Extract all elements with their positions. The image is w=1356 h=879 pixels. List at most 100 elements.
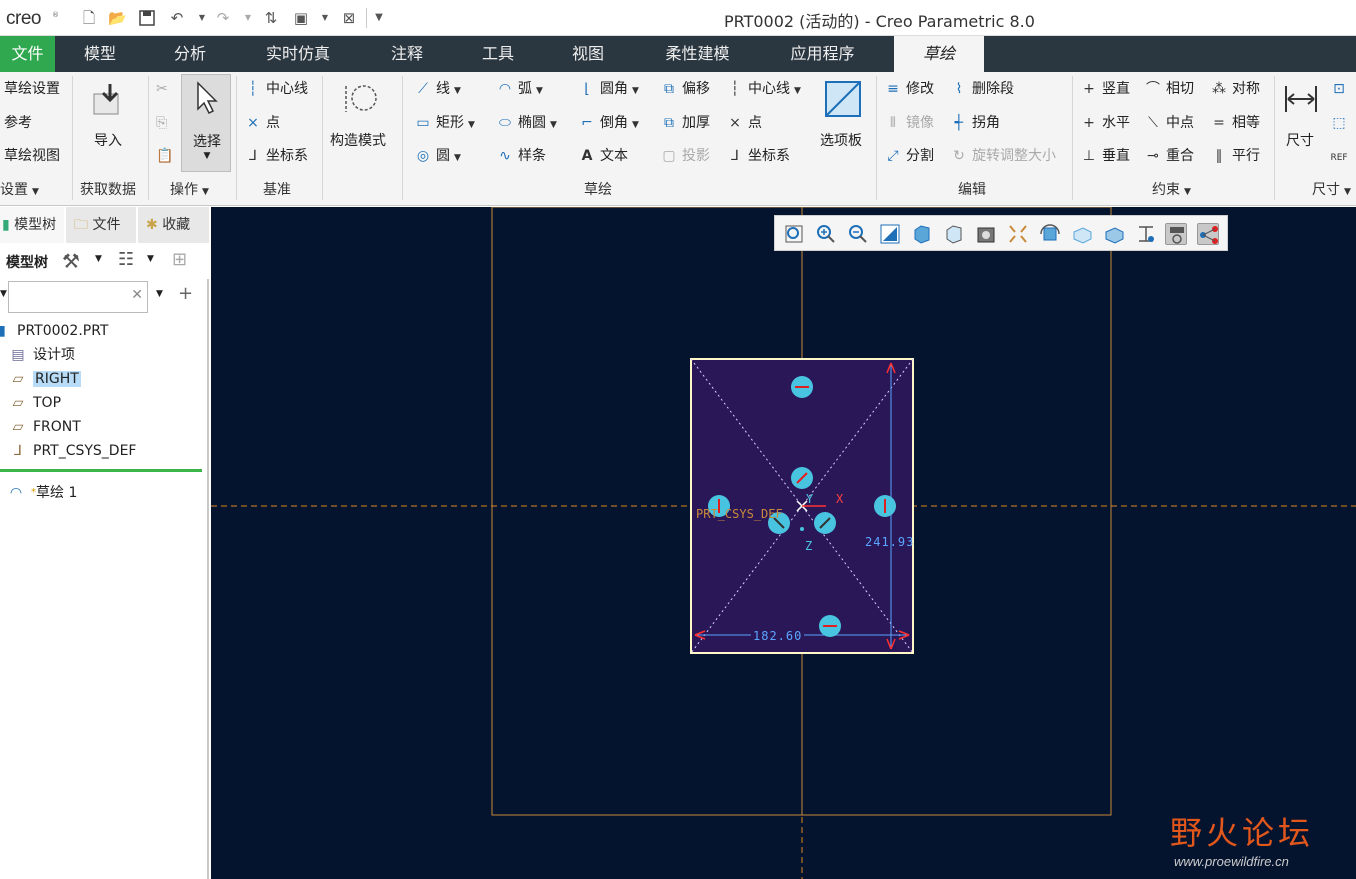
dimension-icon[interactable] — [1282, 80, 1320, 118]
datum-csys-button[interactable]: ⅃ 坐标系 — [244, 145, 308, 167]
chevron-down-icon[interactable]: ▼ — [95, 254, 102, 264]
tree-item-csys[interactable]: ⅃ PRT_CSYS_DEF — [8, 440, 136, 462]
tab-file[interactable]: 文件 — [0, 36, 55, 72]
close-icon[interactable]: ⊠ — [340, 9, 358, 27]
width-dimension-value[interactable]: 182.60 — [751, 629, 805, 643]
window-icon[interactable]: ▣ — [292, 9, 310, 27]
tab-applications[interactable]: 应用程序 — [775, 36, 870, 72]
redo-dropdown-icon[interactable]: ▼ — [239, 9, 257, 27]
symmetric-constraint-button[interactable]: ⁂ 对称 — [1210, 78, 1260, 100]
tree-item-right[interactable]: ▱ RIGHT — [8, 368, 81, 390]
saved-orientations-icon[interactable] — [943, 223, 965, 245]
ellipse-button[interactable]: ⬭ 椭圆 ▼ — [496, 112, 557, 134]
construction-mode-label[interactable]: 构造模式 — [330, 130, 386, 150]
baseline-dimension-icon[interactable]: ⬚ — [1330, 112, 1352, 134]
sketch-point-button[interactable]: × 点 — [726, 112, 762, 134]
tab-model[interactable]: 模型 — [65, 36, 135, 72]
line-button[interactable]: ⟋ 线 ▼ — [414, 78, 461, 100]
parallel-constraint-button[interactable]: ∥ 平行 — [1210, 145, 1261, 167]
regenerate-icon[interactable]: ⇅ — [262, 9, 280, 27]
tree-item-top[interactable]: ▱ TOP — [8, 392, 61, 414]
setup-group-menu[interactable]: 设置 ▼ — [0, 179, 39, 199]
import-label[interactable]: 导入 — [94, 130, 122, 150]
tab-annotate[interactable]: 注释 — [372, 36, 442, 72]
tree-filter-icon[interactable]: ⊞ — [172, 249, 187, 270]
text-button[interactable]: A 文本 — [578, 145, 628, 167]
clear-search-icon[interactable]: ✕ — [131, 287, 143, 303]
midpoint-constraint-button[interactable]: ⟍ 中点 — [1144, 112, 1194, 134]
circle-button[interactable]: ◎ 圆 ▼ — [414, 145, 461, 167]
tab-favorites[interactable]: ✱ 收藏 — [138, 207, 209, 243]
constrain-group-menu[interactable]: 约束 ▼ — [1152, 179, 1191, 199]
tab-folder-browser[interactable]: 🗀 文件 — [66, 207, 136, 243]
zoom-out-icon[interactable] — [847, 223, 869, 245]
tab-model-tree[interactable]: ▮ 模型树 — [0, 207, 64, 243]
tab-flexible-modeling[interactable]: 柔性建模 — [650, 36, 745, 72]
tree-search-field[interactable]: ✕ — [8, 281, 148, 313]
add-icon[interactable]: + — [178, 283, 193, 304]
graphics-area[interactable]: PRT_CSYS_DEF X Y Z 241.93 182.60 — [211, 207, 1356, 879]
sketch-centerline-button[interactable]: ┆ 中心线 ▼ — [726, 78, 801, 100]
dimension-group-menu[interactable]: 尺寸 ▼ — [1312, 179, 1351, 199]
sketch-view-button[interactable]: 草绘视图 — [4, 145, 60, 167]
search-options-dropdown-icon[interactable]: ▼ — [156, 289, 163, 299]
tab-view[interactable]: 视图 — [553, 36, 623, 72]
tangent-constraint-button[interactable]: ⌒ 相切 — [1144, 78, 1194, 100]
equal-constraint-button[interactable]: = 相等 — [1210, 112, 1260, 134]
tree-item-design-items[interactable]: ▤ 设计项 — [8, 344, 75, 366]
dimension-label[interactable]: 尺寸 — [1286, 130, 1314, 150]
model-display-icon[interactable] — [1103, 223, 1125, 245]
select-button[interactable]: 选择 ▼ — [181, 74, 231, 172]
corner-button[interactable]: ┽ 拐角 — [950, 112, 1000, 134]
display-style-icon[interactable] — [911, 223, 933, 245]
reference-dimension-icon[interactable]: REF — [1330, 145, 1352, 167]
paste-icon[interactable]: 📋 — [156, 145, 173, 167]
annotation-display-icon[interactable] — [1135, 223, 1157, 245]
operations-group-menu[interactable]: 操作 ▼ — [170, 179, 209, 199]
fillet-button[interactable]: ⌊ 圆角 ▼ — [578, 78, 639, 100]
arc-button[interactable]: ◠ 弧 ▼ — [496, 78, 543, 100]
references-button[interactable]: 参考 — [4, 112, 32, 134]
palette-label[interactable]: 选项板 — [820, 130, 862, 150]
modify-button[interactable]: ≡ 修改 — [884, 78, 934, 100]
window-dropdown-icon[interactable]: ▼ — [316, 9, 334, 27]
height-dimension-value[interactable]: 241.93 — [865, 535, 914, 549]
tree-item-sketch[interactable]: ◠ *草绘 1 — [6, 482, 77, 504]
customize-icon[interactable]: ▼ — [370, 9, 388, 27]
rectangle-button[interactable]: ▭ 矩形 ▼ — [414, 112, 475, 134]
coincident-constraint-button[interactable]: ⊸ 重合 — [1144, 145, 1194, 167]
perimeter-dimension-icon[interactable]: ⊡ — [1330, 78, 1352, 100]
cut-icon[interactable]: ✂ — [156, 78, 168, 100]
divide-button[interactable]: ⤢ 分割 — [884, 145, 934, 167]
sketch-setup-button[interactable]: 草绘设置 — [4, 78, 60, 100]
redo-icon[interactable]: ↷ — [214, 9, 232, 27]
named-views-icon[interactable] — [1071, 223, 1093, 245]
mirror-button[interactable]: ⫴ 镜像 — [884, 112, 934, 134]
sketcher-display-icon[interactable] — [1197, 223, 1219, 245]
zoom-in-icon[interactable] — [815, 223, 837, 245]
sketch-csys-button[interactable]: ⅃ 坐标系 — [726, 145, 790, 167]
perpendicular-constraint-button[interactable]: ⊥ 垂直 — [1080, 145, 1130, 167]
tab-tools[interactable]: 工具 — [463, 36, 533, 72]
settings-tools-icon[interactable]: ⚒ — [62, 249, 80, 273]
tab-sketch[interactable]: 草绘 — [894, 36, 984, 72]
tree-item-front[interactable]: ▱ FRONT — [8, 416, 81, 438]
rotate-resize-button[interactable]: ↻ 旋转调整大小 — [950, 145, 1056, 167]
show-list-icon[interactable]: ☷ — [118, 249, 134, 270]
spin-center-icon[interactable] — [1039, 223, 1061, 245]
offset-button[interactable]: ⧉ 偏移 — [660, 78, 710, 100]
perspective-icon[interactable] — [1007, 223, 1029, 245]
new-icon[interactable]: 🗋 — [80, 9, 98, 27]
tab-live-simulation[interactable]: 实时仿真 — [253, 36, 343, 72]
sketch-canvas[interactable] — [211, 207, 1356, 879]
refit-icon[interactable] — [783, 223, 805, 245]
project-button[interactable]: ▢ 投影 — [660, 145, 710, 167]
view-manager-icon[interactable] — [975, 223, 997, 245]
repaint-icon[interactable] — [879, 223, 901, 245]
tree-search-input[interactable] — [11, 282, 131, 310]
spline-button[interactable]: ∿ 样条 — [496, 145, 546, 167]
palette-icon[interactable] — [824, 80, 862, 118]
copy-icon[interactable]: ⎘ — [156, 112, 167, 134]
vertical-constraint-button[interactable]: + 竖直 — [1080, 78, 1130, 100]
insert-indicator[interactable] — [0, 469, 202, 472]
